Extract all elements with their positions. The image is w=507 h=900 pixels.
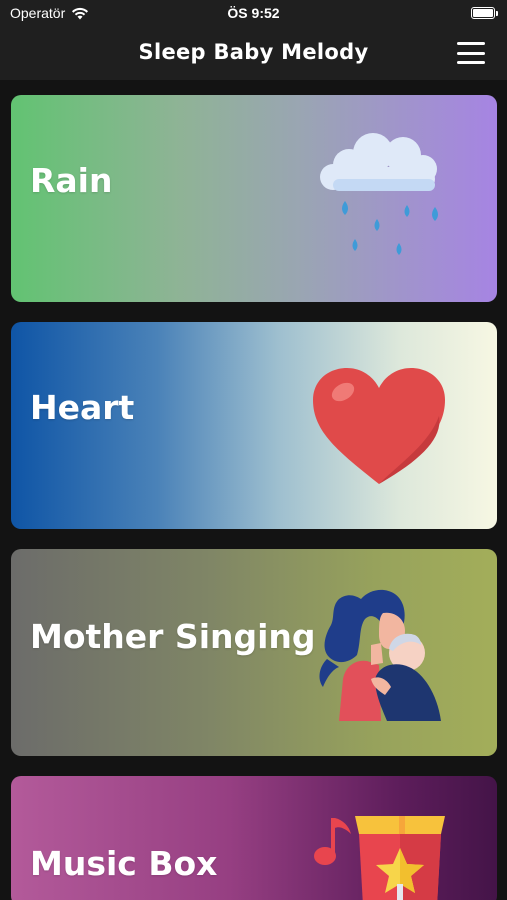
card-music-box[interactable]: Music Box [11, 776, 497, 900]
music-box-icon [314, 816, 445, 900]
card-label-music-box: Music Box [30, 844, 218, 883]
status-bar: Operatör ÖS 9:52 [0, 0, 507, 28]
card-label-mother-singing: Mother Singing [30, 617, 316, 656]
hamburger-menu-icon[interactable] [457, 42, 485, 64]
mother-baby-icon [319, 589, 441, 721]
card-label-heart: Heart [30, 388, 135, 427]
card-mother-singing[interactable]: Mother Singing [11, 549, 497, 756]
page-title: Sleep Baby Melody [138, 40, 369, 64]
rain-cloud-icon [320, 133, 438, 255]
app-header: Sleep Baby Melody [0, 28, 507, 80]
card-label-rain: Rain [30, 161, 113, 200]
card-heart[interactable]: Heart [11, 322, 497, 529]
app-screen: Operatör ÖS 9:52 Sleep Baby Melody Rain [0, 0, 507, 900]
status-time: ÖS 9:52 [227, 5, 280, 21]
card-rain[interactable]: Rain [11, 95, 497, 302]
heart-icon [313, 368, 445, 484]
battery-icon [471, 7, 498, 19]
music-note-icon [314, 818, 351, 865]
